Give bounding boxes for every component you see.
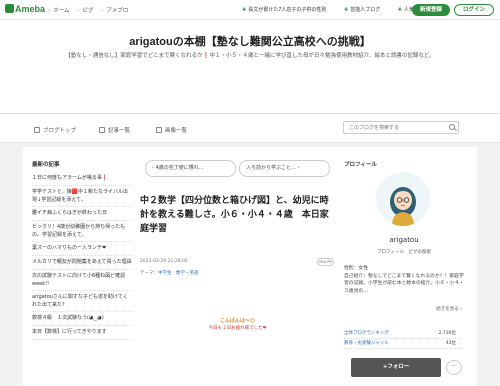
logo-text: Ameba bbox=[15, 4, 46, 14]
chevron-right-icon: › bbox=[101, 8, 104, 14]
list-item[interactable]: arigatouさんに関すな子ども達を助けてくれた出て来た？ bbox=[32, 291, 132, 312]
chevron-right-icon: › bbox=[77, 8, 80, 14]
profile-username[interactable]: arigatou bbox=[344, 236, 464, 244]
plus-icon: ✚ bbox=[397, 7, 402, 13]
avatar-illustration bbox=[390, 187, 416, 226]
list-item[interactable]: 本日【数検】に行ってきやります bbox=[32, 326, 132, 340]
chevron-right-icon: › bbox=[48, 8, 51, 14]
list-item[interactable]: ビックリ！4歳が幼稚園から持ち帰ったもの。学習記録を添えて。 bbox=[32, 221, 132, 242]
list-item[interactable]: 難イチ病ふくらはぎが終わった日 bbox=[32, 207, 132, 221]
list-item[interactable]: １日に何度もアラームが鳴る事❗ bbox=[32, 172, 132, 186]
plus-icon: ✚ bbox=[343, 7, 349, 13]
search-icon[interactable] bbox=[449, 124, 455, 130]
entry-body: こんばんは〜😊 今日も１日お疲れ様でした❤ bbox=[140, 0, 335, 386]
ameba-logo[interactable]: Ameba bbox=[5, 4, 45, 14]
avatar[interactable] bbox=[376, 172, 430, 226]
list-item[interactable]: 葉ス一のハマりものー入ランチ❤ bbox=[32, 242, 132, 256]
crumb-pigg[interactable]: ピグ bbox=[83, 8, 94, 14]
top-link-celebrity[interactable]: ✚ 芸能人ブログ bbox=[344, 7, 388, 13]
nav-article-list[interactable]: 記事一覧 bbox=[99, 126, 130, 134]
book-icon bbox=[34, 127, 40, 133]
greeting-subtext: 今日も１日お疲れ様でした❤ bbox=[208, 326, 267, 331]
register-button[interactable]: 新規登録 bbox=[412, 4, 450, 16]
read-more-link[interactable]: 続きを見る › bbox=[344, 306, 462, 312]
follow-button[interactable]: +フォロー bbox=[351, 358, 441, 377]
ameba-logo-icon bbox=[5, 4, 14, 13]
document-icon bbox=[99, 127, 105, 133]
list-item[interactable]: 数検４級 １次試験なう(◕‿◕) bbox=[32, 312, 132, 326]
recent-articles-title: 最新の記事 bbox=[32, 162, 60, 168]
recent-articles-list: １日に何度もアラームが鳴る事❗ 学学テストと、娘🟥中１新たなライバル出現↓学習記… bbox=[32, 172, 132, 340]
blog-search bbox=[343, 121, 459, 134]
more-options-button[interactable]: ··· bbox=[446, 360, 462, 375]
profile-links[interactable]: プロフィール ピグの部屋 bbox=[344, 249, 464, 255]
search-input[interactable] bbox=[344, 122, 444, 133]
list-item[interactable]: 学学テストと、娘🟥中１新たなライバル出現↓学習記録を添えて。 bbox=[32, 186, 132, 207]
greeting-text: こんばんは〜😊 bbox=[219, 318, 256, 324]
profile-intro: 自己紹介：塾なしでどこまで賢くなれるのか？！家庭学習の記録。小学生が読む本と絵本… bbox=[344, 273, 464, 294]
ranking-overall[interactable]: 全体ブログランキング 2,736位 bbox=[344, 330, 462, 339]
crumb-home[interactable]: ホーム bbox=[53, 8, 69, 14]
profile-text: 性別：女性 自己紹介：塾なしでどこまで賢くなれるのか？！家庭学習の記録。小学生が… bbox=[344, 265, 464, 295]
login-button[interactable]: ログイン bbox=[454, 4, 494, 16]
profile-title: プロフィール bbox=[344, 162, 377, 168]
list-item[interactable]: メルカリで親友が問題集をあえて買った理由 bbox=[32, 256, 132, 270]
ranking-genre[interactable]: 教育・お受験ジャンル 43位 bbox=[344, 340, 462, 349]
crumb-ameblo[interactable]: アメブロ bbox=[106, 8, 128, 14]
profile-gender: 性別：女性 bbox=[344, 266, 368, 271]
nav-blog-top[interactable]: ブログトップ bbox=[34, 126, 76, 134]
list-item[interactable]: 次の試験テストに向けて小6種ね図ど確認week!! bbox=[32, 270, 132, 291]
breadcrumb: › ホーム › ピグ › アメブロ bbox=[48, 6, 134, 14]
